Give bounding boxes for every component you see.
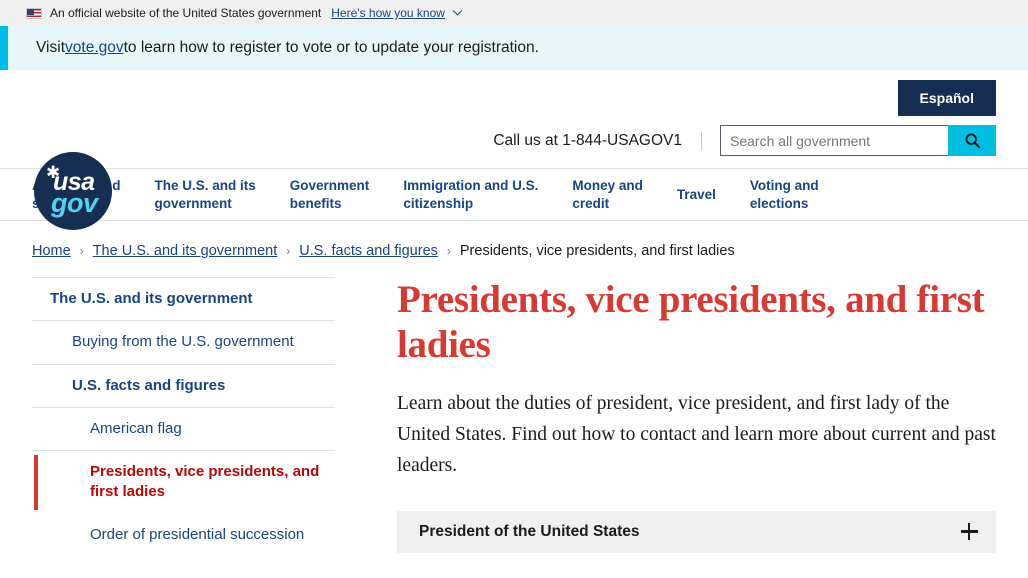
main-content: Presidents, vice presidents, and first l…	[335, 277, 996, 556]
vote-banner-prefix: Visit	[36, 39, 66, 56]
site-header: ✱ usa gov Español Call us at 1-844-USAGO…	[0, 70, 1028, 230]
nav-item-government-benefits[interactable]: Government benefits	[290, 177, 370, 212]
sidebar-item-us-government[interactable]: The U.S. and its government	[32, 278, 335, 322]
plus-icon[interactable]	[961, 523, 978, 541]
page-layout: The U.S. and its government Buying from …	[0, 277, 1028, 556]
search-icon	[965, 133, 980, 149]
breadcrumb: Home › The U.S. and its government › U.S…	[0, 221, 1028, 259]
chevron-down-icon	[452, 5, 463, 16]
sidebar-item-american-flag[interactable]: American flag	[32, 408, 335, 451]
espanol-button[interactable]: Español	[897, 80, 996, 116]
vote-gov-banner: Visit vote.gov to learn how to register …	[0, 26, 1028, 70]
logo-gov-text: gov	[51, 188, 98, 218]
usagov-logo[interactable]: ✱ usa gov	[34, 152, 112, 230]
breadcrumb-separator: ›	[79, 244, 84, 258]
page-title: Presidents, vice presidents, and first l…	[397, 278, 985, 367]
vote-gov-link[interactable]: vote.gov	[65, 39, 124, 57]
breadcrumb-item-home[interactable]: Home	[32, 243, 71, 259]
primary-navigation: All topics and services The U.S. and its…	[0, 168, 1028, 221]
nav-item-travel[interactable]: Travel	[677, 186, 716, 204]
sidebar-item-presidents[interactable]: Presidents, vice presidents, and first l…	[32, 451, 335, 514]
search-input[interactable]	[720, 125, 948, 156]
official-banner-text: An official website of the United States…	[50, 6, 322, 20]
sidebar-item-buying-from-government[interactable]: Buying from the U.S. government	[32, 321, 335, 365]
page-intro-text: Learn about the duties of president, vic…	[397, 393, 996, 477]
breadcrumb-item-us-facts[interactable]: U.S. facts and figures	[299, 243, 438, 259]
nav-item-money-credit[interactable]: Money and credit	[572, 177, 643, 212]
breadcrumb-item-current: Presidents, vice presidents, and first l…	[459, 243, 735, 259]
accordion-president-of-the-united-states[interactable]: President of the United States	[397, 510, 996, 553]
search-form	[720, 125, 996, 156]
official-gov-banner: An official website of the United States…	[0, 0, 1028, 26]
call-us-text: Call us at 1-844-USAGOV1	[493, 131, 702, 150]
vote-banner-suffix: to learn how to register to vote or to u…	[123, 39, 539, 56]
breadcrumb-separator: ›	[286, 244, 291, 258]
side-navigation: The U.S. and its government Buying from …	[32, 277, 335, 556]
heres-how-you-know-link[interactable]: Here's how you know	[331, 5, 463, 20]
sidebar-item-us-facts-and-figures[interactable]: U.S. facts and figures	[32, 365, 335, 408]
breadcrumb-item-us-government[interactable]: The U.S. and its government	[93, 243, 278, 259]
header-utility-row: Call us at 1-844-USAGOV1	[493, 125, 996, 156]
us-flag-icon	[26, 7, 42, 19]
sidebar-item-order-of-succession[interactable]: Order of presidential succession	[32, 514, 335, 556]
search-button[interactable]	[948, 125, 996, 156]
heres-how-you-know-label: Here's how you know	[331, 6, 445, 20]
breadcrumb-separator: ›	[446, 244, 451, 258]
accordion-title: President of the United States	[419, 522, 640, 540]
nav-item-voting-elections[interactable]: Voting and elections	[750, 177, 819, 212]
nav-item-us-government[interactable]: The U.S. and its government	[155, 177, 256, 212]
nav-item-immigration[interactable]: Immigration and U.S. citizenship	[403, 177, 538, 212]
